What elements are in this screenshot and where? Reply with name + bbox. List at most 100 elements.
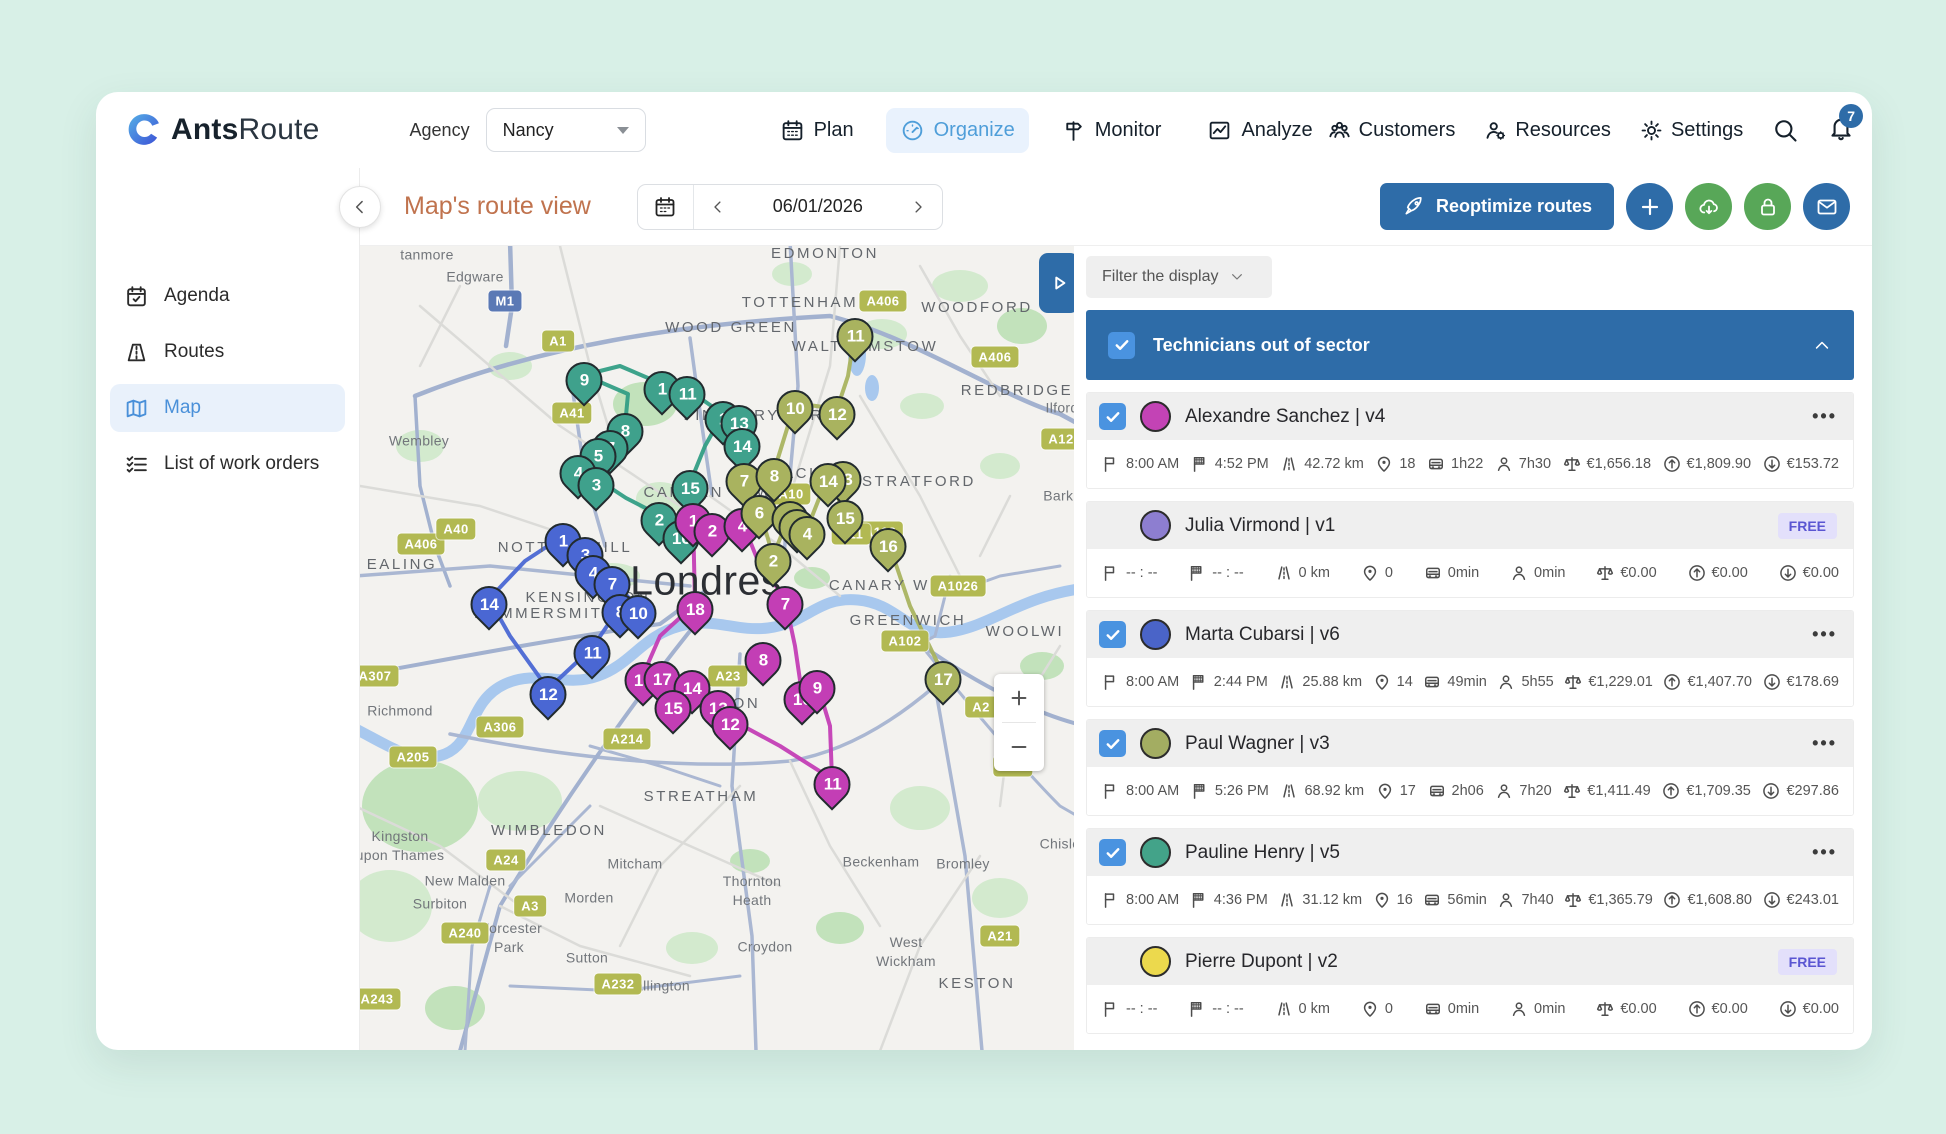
- lock-routes-button[interactable]: [1744, 183, 1791, 230]
- previous-day-button[interactable]: [694, 185, 742, 229]
- calendar-picker-button[interactable]: [638, 184, 694, 229]
- map-pin-olive-15[interactable]: 15: [818, 492, 872, 545]
- road-badge: A306: [476, 716, 524, 738]
- map-place-label: West Wickham: [876, 934, 936, 969]
- filter-display-button[interactable]: Filter the display: [1086, 256, 1272, 298]
- sidebar-item-label: List of work orders: [164, 453, 320, 474]
- send-email-button[interactable]: [1803, 183, 1850, 230]
- nav-link-settings[interactable]: Settings: [1639, 118, 1743, 143]
- map-pin-olive-14[interactable]: 14: [801, 455, 855, 508]
- stat-start-flag: -- : --: [1101, 999, 1157, 1019]
- chevron-down-icon: [1229, 269, 1245, 285]
- map-canvas[interactable]: tanmore Edgware EDMONTON TOTTENHAM WOOD GREE…: [360, 246, 1074, 1050]
- map-pin-blue-12[interactable]: 12: [521, 668, 575, 721]
- technician-checkbox[interactable]: [1099, 403, 1126, 430]
- map-icon: [124, 396, 149, 421]
- pin-number: 11: [583, 643, 601, 663]
- row-menu-button[interactable]: •••: [1812, 842, 1837, 863]
- free-badge: FREE: [1777, 512, 1837, 539]
- map-pin-olive-17[interactable]: 17: [916, 653, 970, 706]
- pin-number: 8: [769, 466, 779, 486]
- technician-header[interactable]: Marta Cubarsi | v6 •••: [1087, 611, 1853, 658]
- map-pin-magenta-7[interactable]: 7: [758, 578, 812, 631]
- stat-value: €1,709.35: [1686, 783, 1751, 799]
- select-all-checkbox[interactable]: [1108, 331, 1135, 359]
- work-time-icon: [1509, 999, 1529, 1019]
- sidebar-item-agenda[interactable]: Agenda: [110, 272, 345, 320]
- date-value[interactable]: 06/01/2026: [742, 185, 894, 229]
- pin-number: 9: [579, 370, 589, 390]
- tab-organize[interactable]: Organize: [885, 107, 1029, 153]
- map-pin-teal-9[interactable]: 9: [557, 354, 611, 407]
- end-flag-icon: [1190, 781, 1210, 801]
- map-pin-olive-10[interactable]: 10: [768, 382, 822, 435]
- technician-header[interactable]: Pierre Dupont | v2 FREE: [1087, 938, 1853, 985]
- map-pin-magenta-8[interactable]: 8: [736, 634, 790, 687]
- map-pin-magenta-11[interactable]: 11: [805, 758, 859, 811]
- row-menu-button[interactable]: •••: [1812, 406, 1837, 427]
- map-pin-magenta-9[interactable]: 9: [790, 662, 844, 715]
- technician-checkbox[interactable]: [1099, 730, 1126, 757]
- map-pin-blue-14[interactable]: 14: [462, 578, 516, 631]
- revenue-up-icon: [1661, 781, 1681, 801]
- collapse-sidebar-button[interactable]: [339, 185, 381, 228]
- zoom-out-button[interactable]: [994, 723, 1044, 771]
- technician-card: Alexandre Sanchez | v4 ••• 8:00 AM 4:52 PM 4…: [1086, 392, 1854, 489]
- map-pin-olive-2[interactable]: 2: [746, 535, 800, 588]
- sidebar-item-map[interactable]: Map: [110, 384, 345, 432]
- technician-header[interactable]: Alexandre Sanchez | v4 •••: [1087, 393, 1853, 440]
- pin-number: 3: [591, 475, 601, 495]
- stat-cost: €1,365.79: [1563, 890, 1653, 910]
- sidebar-item-list-of-work-orders[interactable]: List of work orders: [110, 440, 345, 488]
- routes-icon: [124, 340, 149, 365]
- stat-revenue-up: €0.00: [1687, 563, 1748, 583]
- map-place-label: Chisle: [1039, 835, 1074, 852]
- expand-map-button[interactable]: [1039, 253, 1074, 313]
- notifications-button[interactable]: 7: [1827, 103, 1864, 147]
- stat-work-time: 7h40: [1496, 890, 1554, 910]
- sidebar-item-routes[interactable]: Routes: [110, 328, 345, 376]
- agency-label: Agency: [409, 119, 470, 140]
- technician-checkbox[interactable]: [1099, 839, 1126, 866]
- map-pin-blue-10[interactable]: 10: [611, 587, 665, 640]
- search-icon[interactable]: [1771, 116, 1799, 144]
- pin-number: 7: [780, 594, 790, 614]
- map-pin-olive-16[interactable]: 16: [861, 520, 915, 573]
- tab-analyze[interactable]: Analyze: [1193, 108, 1326, 153]
- technician-checkbox[interactable]: [1099, 621, 1126, 648]
- technician-header[interactable]: Paul Wagner | v3 •••: [1087, 720, 1853, 767]
- map-pin-magenta-12[interactable]: 12: [703, 698, 757, 751]
- agency-select[interactable]: Nancy: [485, 108, 646, 152]
- map-pin-olive-12[interactable]: 12: [810, 388, 864, 441]
- tab-plan[interactable]: Plan: [766, 108, 868, 153]
- map-pin-teal-11[interactable]: 11: [660, 368, 714, 421]
- map-pin-olive-4[interactable]: 4: [780, 508, 834, 561]
- nav-link-resources[interactable]: Resources: [1483, 118, 1611, 143]
- technicians-header: Technicians out of sector: [1086, 310, 1854, 380]
- map-pin-blue-11[interactable]: 11: [565, 627, 619, 680]
- drive-time-icon: [1422, 672, 1442, 692]
- pin-number: 8: [758, 650, 768, 670]
- drive-time-icon: [1423, 999, 1443, 1019]
- next-day-button[interactable]: [894, 185, 942, 229]
- map-pin-teal-3[interactable]: 3: [569, 459, 623, 512]
- zoom-in-button[interactable]: [994, 674, 1044, 722]
- reoptimize-routes-button[interactable]: Reoptimize routes: [1379, 183, 1614, 230]
- distance-icon: [1277, 672, 1297, 692]
- export-button[interactable]: [1685, 183, 1732, 230]
- collapse-panel-button[interactable]: [1812, 335, 1832, 355]
- tab-monitor[interactable]: Monitor: [1047, 108, 1176, 153]
- map-place-label: Barki: [1043, 487, 1074, 504]
- technician-header[interactable]: Julia Virmond | v1 FREE: [1087, 502, 1853, 549]
- map-pin-olive-11[interactable]: 11: [828, 310, 882, 363]
- technician-header[interactable]: Pauline Henry | v5 •••: [1087, 829, 1853, 876]
- map-pin-magenta-15[interactable]: 15: [646, 682, 700, 735]
- cost-icon: [1562, 781, 1582, 801]
- row-menu-button[interactable]: •••: [1812, 624, 1837, 645]
- add-button[interactable]: [1626, 183, 1673, 230]
- map-pin-olive-8[interactable]: 8: [747, 450, 801, 503]
- technician-name: Julia Virmond | v1: [1185, 514, 1336, 536]
- map-pin-magenta-18[interactable]: 18: [668, 583, 722, 636]
- row-menu-button[interactable]: •••: [1812, 733, 1837, 754]
- nav-link-customers[interactable]: Customers: [1327, 118, 1455, 143]
